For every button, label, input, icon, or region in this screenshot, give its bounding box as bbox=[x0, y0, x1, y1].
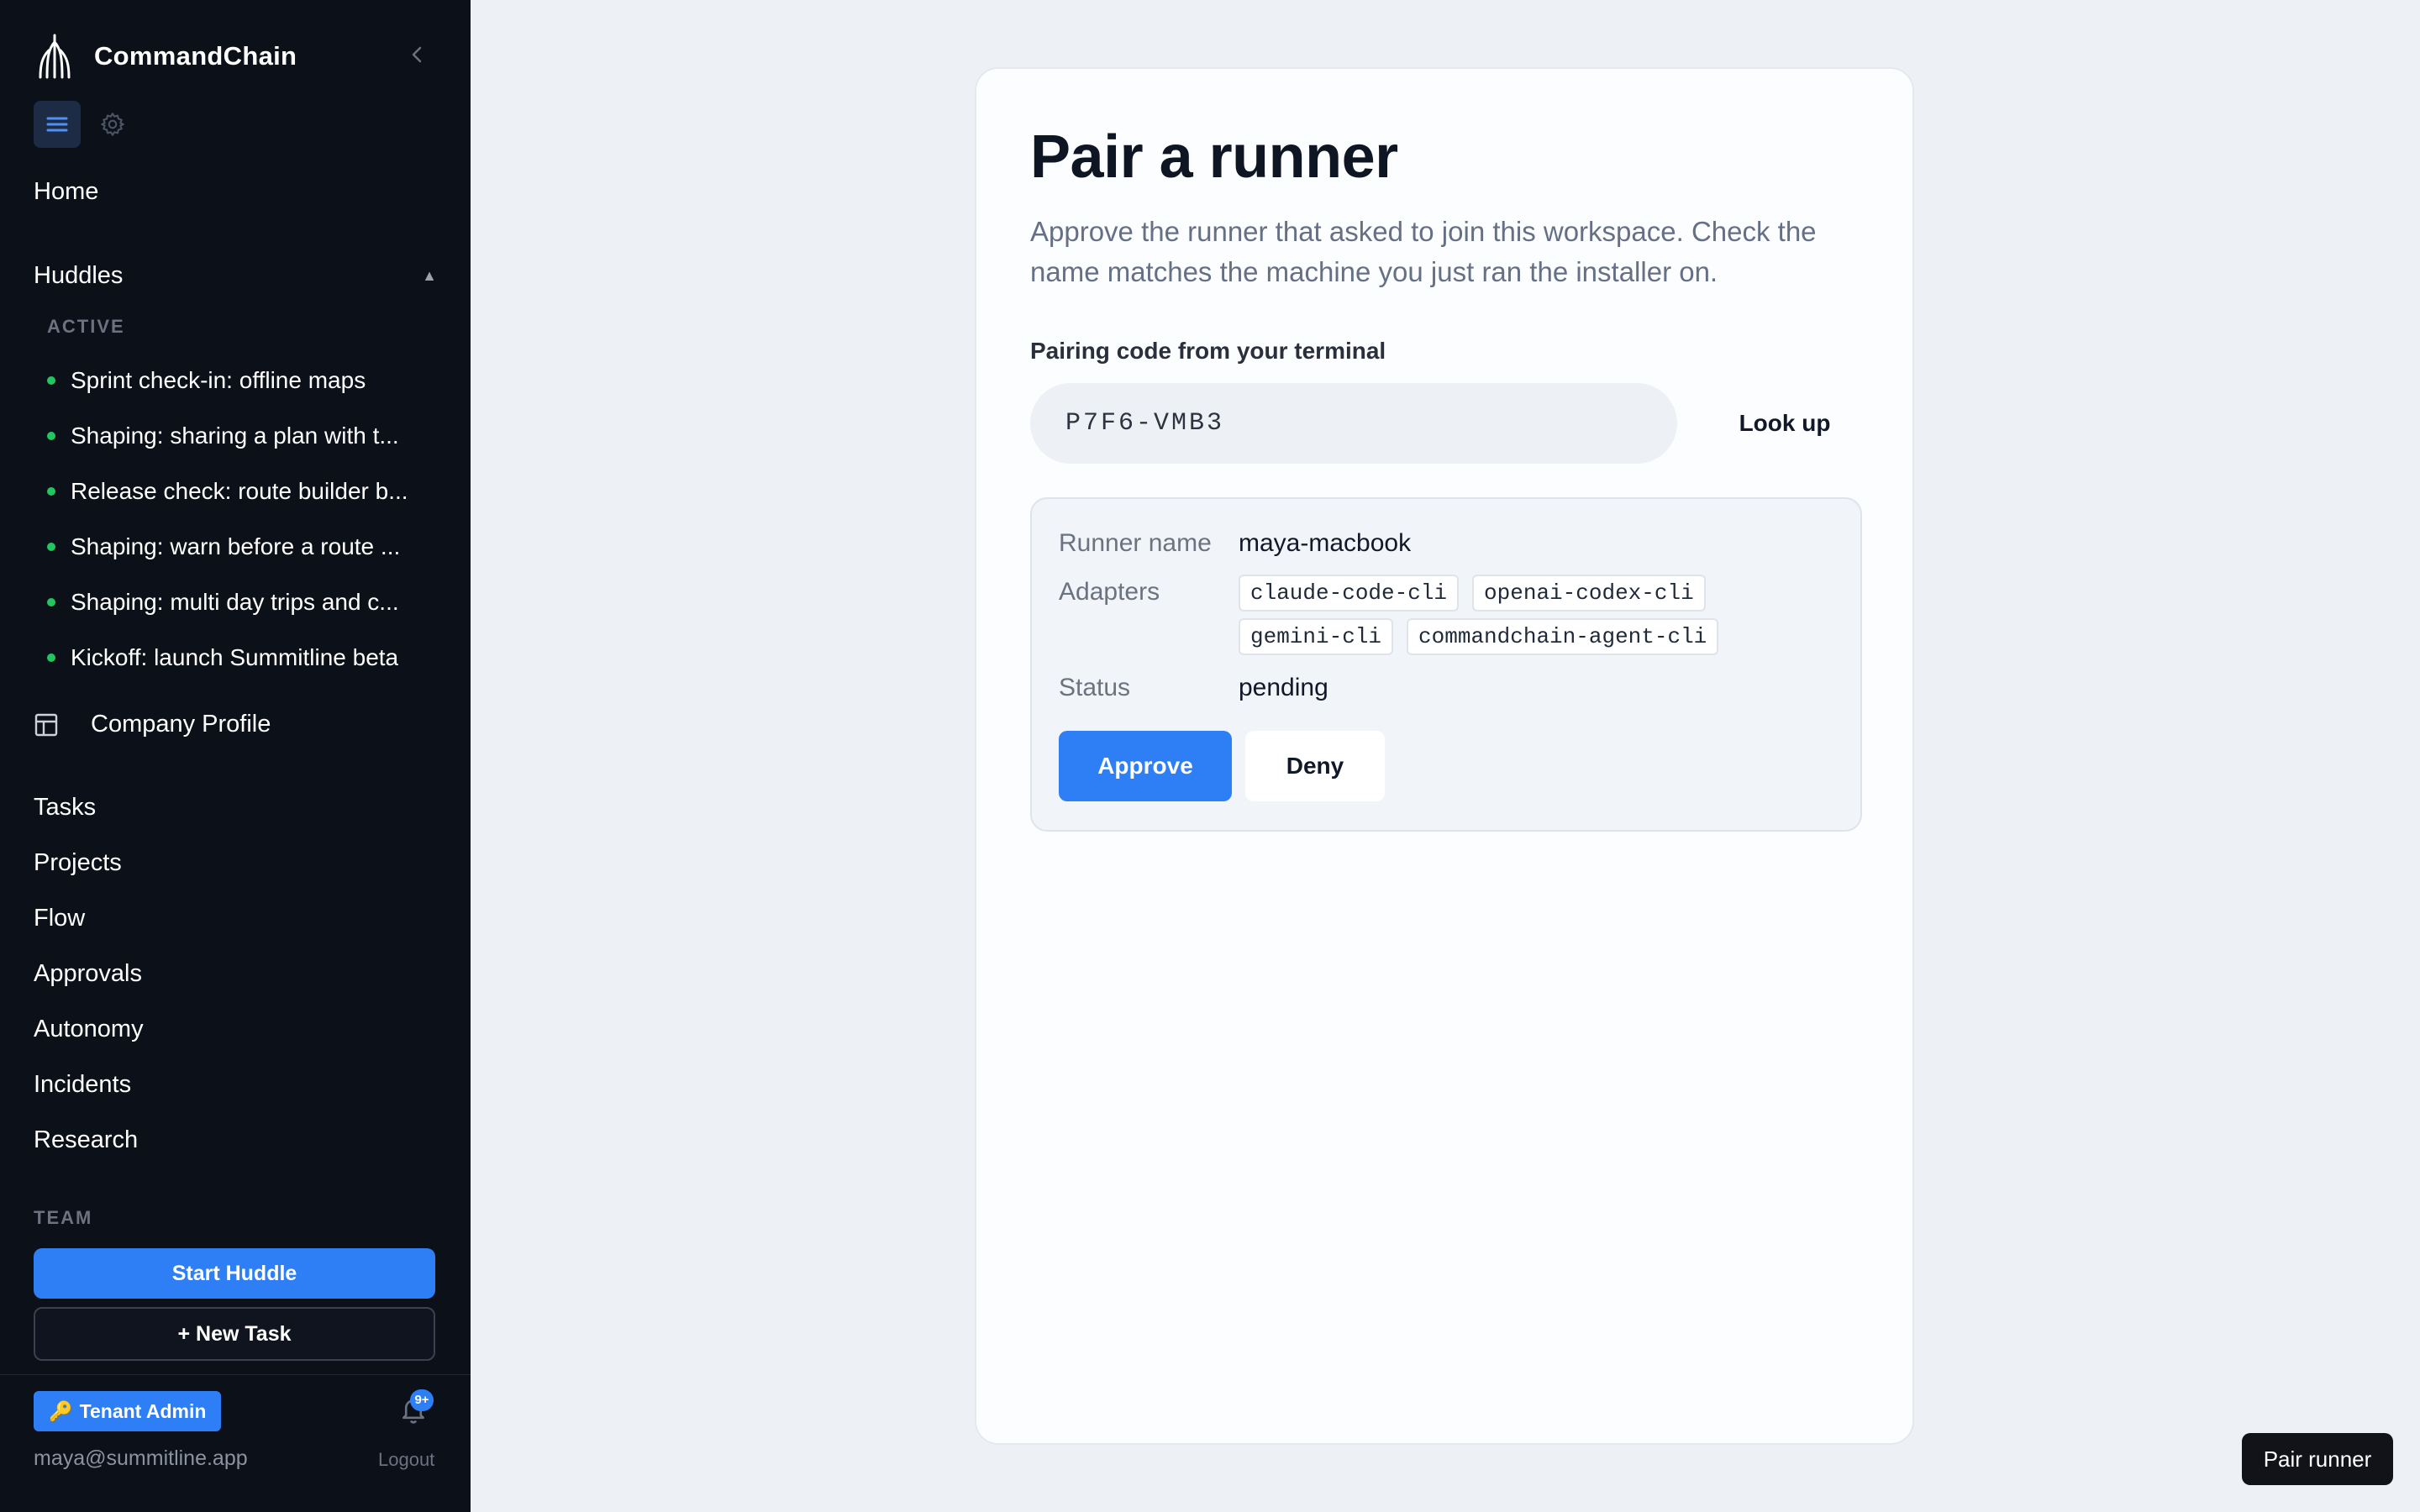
user-email: maya@summitline.app bbox=[34, 1446, 248, 1470]
nav-home[interactable]: Home bbox=[34, 178, 98, 206]
pairing-code-label: Pairing code from your terminal bbox=[1030, 338, 1386, 364]
active-dot-icon bbox=[47, 432, 55, 440]
adapter-tag: commandchain-agent-cli bbox=[1407, 618, 1719, 655]
adapter-tags: claude-code-cli openai-codex-cli gemini-… bbox=[1239, 575, 1760, 655]
tenant-admin-label: Tenant Admin bbox=[79, 1399, 207, 1422]
nav-flow[interactable]: Flow bbox=[34, 890, 144, 946]
active-section-label: ACTIVE bbox=[47, 316, 125, 337]
menu-button[interactable] bbox=[34, 101, 81, 148]
huddle-item[interactable]: Sprint check-in: offline maps bbox=[47, 353, 437, 408]
huddle-item[interactable]: Shaping: warn before a route ... bbox=[47, 519, 437, 575]
nav-autonomy[interactable]: Autonomy bbox=[34, 1001, 144, 1057]
runner-name-value: maya-macbook bbox=[1239, 529, 1412, 557]
main-nav: Tasks Projects Flow Approvals Autonomy I… bbox=[34, 780, 144, 1168]
key-icon: 🔑 bbox=[49, 1399, 73, 1422]
huddle-list: Sprint check-in: offline maps Shaping: s… bbox=[47, 353, 437, 685]
logout-link[interactable]: Logout bbox=[378, 1449, 434, 1471]
caret-up-icon: ▲ bbox=[422, 266, 437, 284]
active-dot-icon bbox=[47, 654, 55, 662]
sidebar: CommandChain Home Huddles ▲ ACTIVE Sprin… bbox=[0, 0, 471, 1512]
new-task-button[interactable]: + New Task bbox=[34, 1307, 435, 1361]
chevron-left-icon bbox=[412, 46, 422, 63]
active-dot-icon bbox=[47, 598, 55, 606]
adapters-label: Adapters bbox=[1059, 578, 1160, 606]
team-section-label: TEAM bbox=[34, 1207, 93, 1228]
deny-button[interactable]: Deny bbox=[1245, 731, 1385, 801]
approve-button[interactable]: Approve bbox=[1059, 731, 1232, 801]
huddles-section-toggle[interactable]: Huddles ▲ bbox=[34, 257, 437, 294]
menu-icon bbox=[46, 117, 68, 132]
active-dot-icon bbox=[47, 376, 55, 385]
pairing-code-input[interactable] bbox=[1030, 383, 1677, 464]
notification-count-badge: 9+ bbox=[410, 1389, 434, 1411]
runner-name-label: Runner name bbox=[1059, 529, 1212, 557]
status-value: pending bbox=[1239, 674, 1328, 701]
huddle-item-label: Shaping: sharing a plan with t... bbox=[71, 423, 399, 449]
nav-projects[interactable]: Projects bbox=[34, 835, 144, 890]
pair-runner-chip[interactable]: Pair runner bbox=[2242, 1433, 2393, 1485]
layout-icon bbox=[34, 713, 58, 736]
huddle-item-label: Shaping: warn before a route ... bbox=[71, 533, 401, 559]
company-profile-label: Company Profile bbox=[91, 711, 271, 738]
adapter-tag: claude-code-cli bbox=[1239, 575, 1460, 612]
gear-icon bbox=[101, 113, 124, 136]
huddle-item[interactable]: Shaping: multi day trips and c... bbox=[47, 575, 437, 630]
app-name: CommandChain bbox=[94, 41, 297, 71]
pair-runner-card: Pair a runner Approve the runner that as… bbox=[975, 67, 1914, 1445]
adapter-tag: gemini-cli bbox=[1239, 618, 1394, 655]
nav-approvals[interactable]: Approvals bbox=[34, 946, 144, 1001]
look-up-button[interactable]: Look up bbox=[1724, 383, 1845, 464]
nav-incidents[interactable]: Incidents bbox=[34, 1057, 144, 1112]
nav-company-profile[interactable]: Company Profile bbox=[34, 711, 271, 738]
start-huddle-button[interactable]: Start Huddle bbox=[34, 1248, 435, 1299]
active-dot-icon bbox=[47, 543, 55, 551]
huddle-item-label: Release check: route builder b... bbox=[71, 478, 408, 504]
sidebar-divider bbox=[0, 1374, 471, 1375]
nav-tasks[interactable]: Tasks bbox=[34, 780, 144, 835]
page-description: Approve the runner that asked to join th… bbox=[1030, 216, 1817, 287]
huddle-item-label: Shaping: multi day trips and c... bbox=[71, 589, 399, 615]
huddle-item-label: Sprint check-in: offline maps bbox=[71, 367, 366, 393]
huddle-item-label: Kickoff: launch Summitline beta bbox=[71, 644, 399, 670]
huddle-item[interactable]: Release check: route builder b... bbox=[47, 464, 437, 519]
huddle-item[interactable]: Kickoff: launch Summitline beta bbox=[47, 630, 437, 685]
huddles-label: Huddles bbox=[34, 261, 124, 289]
page-title: Pair a runner bbox=[1030, 123, 1398, 191]
settings-button[interactable] bbox=[94, 106, 131, 143]
status-label: Status bbox=[1059, 674, 1131, 701]
brand[interactable]: CommandChain bbox=[34, 30, 297, 82]
runner-details-panel: Runner name maya-macbook Adapters claude… bbox=[1030, 497, 1862, 832]
active-dot-icon bbox=[47, 487, 55, 496]
adapter-tag: openai-codex-cli bbox=[1472, 575, 1706, 612]
tenant-admin-badge[interactable]: 🔑 Tenant Admin bbox=[34, 1391, 222, 1431]
collapse-sidebar-button[interactable] bbox=[403, 40, 430, 72]
commandchain-logo bbox=[39, 34, 71, 79]
nav-research[interactable]: Research bbox=[34, 1112, 144, 1168]
huddle-item[interactable]: Shaping: sharing a plan with t... bbox=[47, 408, 437, 464]
